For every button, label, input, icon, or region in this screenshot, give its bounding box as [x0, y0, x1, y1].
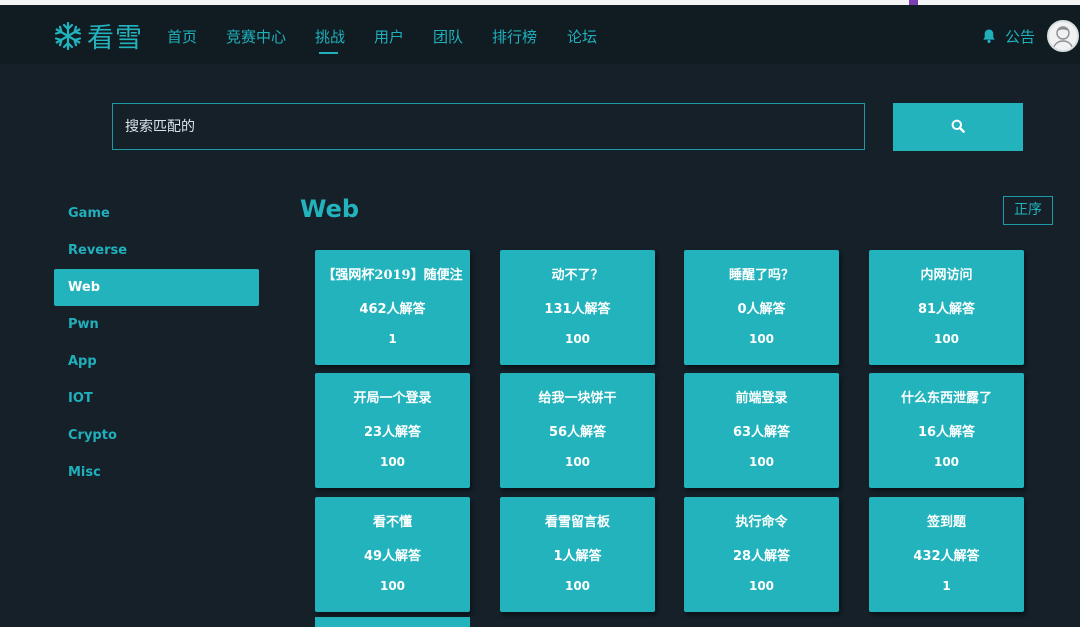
active-nav-indicator	[319, 52, 338, 54]
challenge-title: 动不了？	[551, 268, 604, 283]
challenge-title: 看不懂	[372, 515, 412, 530]
nav-team[interactable]: 团队	[433, 26, 463, 47]
nav-ranking[interactable]: 排行榜	[492, 26, 537, 47]
challenge-solved-count: 131人解答	[544, 302, 611, 317]
challenge-solved-count: 63人解答	[732, 425, 791, 440]
search-button[interactable]	[893, 103, 1023, 151]
challenge-card[interactable]: 看雪留言板 1人解答 100	[500, 497, 655, 612]
challenge-card[interactable]: 执行命令 28人解答 100	[684, 497, 839, 612]
challenge-card[interactable]: 内网访问 81人解答 100	[869, 250, 1024, 365]
challenge-title: 给我一块饼干	[538, 391, 617, 406]
sidebar-item-pwn[interactable]: Pwn	[54, 306, 259, 343]
challenge-solved-count: 1人解答	[553, 549, 602, 564]
sort-order-button[interactable]: 正序	[1003, 196, 1053, 225]
challenge-card[interactable]: 【强网杯2019】随便注 462人解答 1	[315, 250, 470, 365]
sidebar-item-misc[interactable]: Misc	[54, 454, 259, 491]
challenge-card[interactable]: 什么东西泄露了 16人解答 100	[869, 373, 1024, 488]
challenge-score: 100	[564, 579, 591, 593]
challenge-score: 100	[379, 579, 406, 593]
challenge-score: 1	[388, 332, 397, 346]
challenge-title: 签到题	[926, 515, 966, 530]
nav-challenge[interactable]: 挑战	[315, 26, 345, 47]
top-navbar: 看雪 首页 竞赛中心 挑战 用户 团队 排行榜 论坛 公告	[0, 5, 1080, 64]
challenge-title: 什么东西泄露了	[900, 391, 992, 406]
challenge-solved-count: 0人解答	[737, 302, 786, 317]
challenge-title: 睡醒了吗？	[728, 268, 794, 283]
challenge-title: 【强网杯2019】随便注	[322, 268, 463, 283]
challenge-solved-count: 432人解答	[913, 549, 980, 564]
sidebar-item-reverse[interactable]: Reverse	[54, 232, 259, 269]
sidebar-item-game[interactable]: Game	[54, 195, 259, 232]
section-title: Web	[300, 195, 360, 223]
challenge-score: 100	[933, 455, 960, 469]
challenge-card[interactable]: 给我一块饼干 56人解答 100	[500, 373, 655, 488]
challenge-title: 执行命令	[735, 515, 788, 530]
challenge-score: 100	[748, 332, 775, 346]
challenge-title: 前端登录	[735, 391, 788, 406]
notice-link[interactable]: 公告	[1005, 26, 1035, 47]
nav-home[interactable]: 首页	[167, 26, 197, 47]
sidebar-item-crypto[interactable]: Crypto	[54, 417, 259, 454]
challenge-title: 看雪留言板	[544, 515, 610, 530]
challenge-solved-count: 81人解答	[917, 302, 976, 317]
search-input[interactable]	[113, 104, 864, 149]
challenge-card[interactable]: 看不懂 49人解答 100	[315, 497, 470, 612]
logo-text: 看雪	[87, 23, 143, 54]
sidebar-item-web[interactable]: Web	[54, 269, 259, 306]
sidebar-item-iot[interactable]: IOT	[54, 380, 259, 417]
challenge-card[interactable]: 睡醒了吗？ 0人解答 100	[684, 250, 839, 365]
challenge-solved-count: 56人解答	[548, 425, 607, 440]
nav-contest-center[interactable]: 竞赛中心	[226, 26, 286, 47]
search-field-wrapper	[112, 103, 865, 150]
challenge-score: 100	[933, 332, 960, 346]
nav-forum[interactable]: 论坛	[567, 26, 597, 47]
sidebar-item-app[interactable]: App	[54, 343, 259, 380]
challenge-solved-count: 16人解答	[917, 425, 976, 440]
challenge-card[interactable]: 签到题 432人解答 1	[869, 497, 1024, 612]
challenge-card[interactable]: 开局一个登录 23人解答 100	[315, 373, 470, 488]
challenge-score: 100	[748, 579, 775, 593]
challenge-solved-count: 23人解答	[363, 425, 422, 440]
site-logo[interactable]: 看雪	[53, 16, 143, 55]
nav-users[interactable]: 用户	[374, 26, 404, 47]
avatar[interactable]	[1047, 20, 1079, 52]
challenge-card-partial[interactable]	[315, 617, 470, 627]
challenge-card[interactable]: 动不了？ 131人解答 100	[500, 250, 655, 365]
challenge-score: 100	[564, 332, 591, 346]
challenge-solved-count: 462人解答	[359, 302, 426, 317]
snowflake-icon	[53, 21, 83, 51]
challenge-title: 内网访问	[920, 268, 973, 283]
search-icon	[951, 118, 965, 137]
bell-icon[interactable]	[981, 28, 997, 44]
challenge-title: 开局一个登录	[353, 391, 432, 406]
challenge-score: 100	[379, 455, 406, 469]
challenge-solved-count: 49人解答	[363, 549, 422, 564]
challenge-score: 100	[748, 455, 775, 469]
challenge-score: 1	[942, 579, 951, 593]
challenge-score: 100	[564, 455, 591, 469]
challenge-card[interactable]: 前端登录 63人解答 100	[684, 373, 839, 488]
challenge-solved-count: 28人解答	[732, 549, 791, 564]
